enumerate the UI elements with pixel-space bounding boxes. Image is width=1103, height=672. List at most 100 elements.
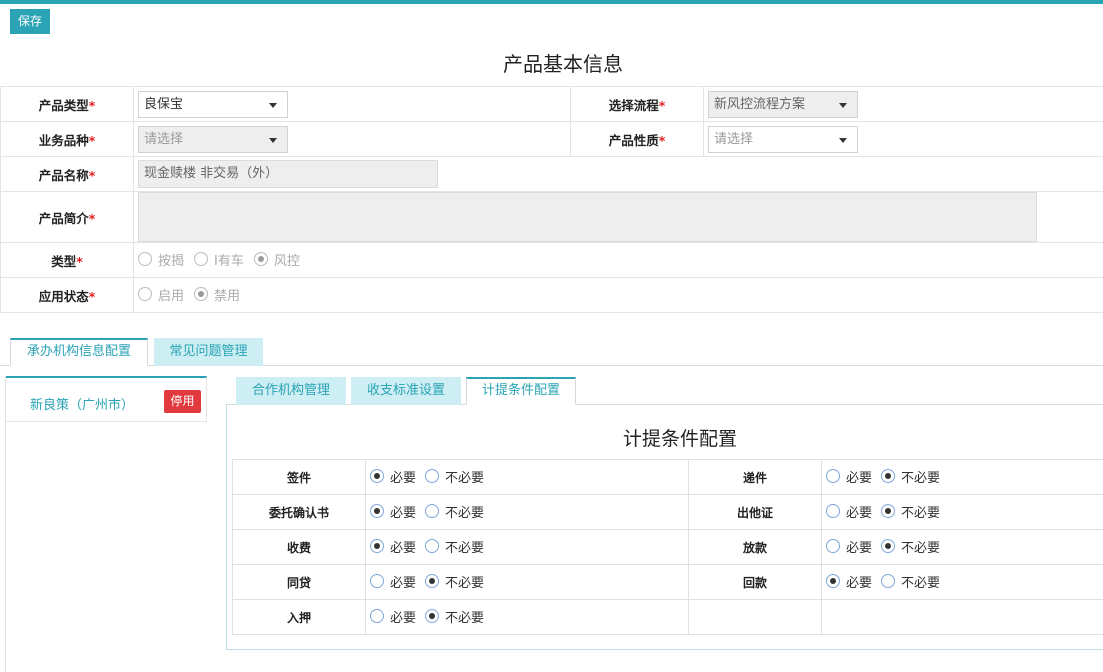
radio-option-label: 不必要 <box>445 540 485 556</box>
tab-income-standard[interactable]: 收支标准设置 <box>351 377 461 405</box>
radio-not-required[interactable]: 不必要 <box>425 572 484 591</box>
radio-icon <box>370 574 384 589</box>
radio-option-label: 不必要 <box>445 470 485 486</box>
main-tabs: 承办机构信息配置 常见问题管理 <box>0 338 1103 366</box>
table-row: 收费 必要 不必要 放款 必要 不必要 <box>232 529 1103 565</box>
condition-label: 放款 <box>688 529 822 565</box>
radio-icon <box>881 574 896 589</box>
product-type-select[interactable]: 良保宝 <box>138 90 288 118</box>
kind-radio-group: 按揭 I有车 风控 <box>138 250 310 269</box>
radio-icon <box>138 287 152 302</box>
radio-option-label: 不必要 <box>901 540 941 556</box>
radio-option-label: 不必要 <box>445 575 485 591</box>
business-variety-label: 业务品种* <box>0 121 134 157</box>
tab-org-config[interactable]: 承办机构信息配置 <box>10 338 148 366</box>
radio-not-required[interactable]: 不必要 <box>425 467 484 486</box>
table-row: 同贷 必要 不必要 回款 必要 不必要 <box>232 564 1103 600</box>
radio-required[interactable]: 必要 <box>826 467 872 486</box>
radio-option-label: 必要 <box>390 610 417 626</box>
save-button[interactable]: 保存 <box>10 9 50 34</box>
chevron-down-icon <box>839 102 847 108</box>
radio-option-label: 必要 <box>846 575 873 591</box>
disable-button[interactable]: 停用 <box>164 390 201 413</box>
radio-required[interactable]: 必要 <box>826 502 872 521</box>
radio-not-required[interactable]: 不必要 <box>881 467 940 486</box>
radio-icon <box>826 539 840 554</box>
radio-option-label: 必要 <box>390 505 417 521</box>
radio-option-label: 必要 <box>390 540 417 556</box>
radio-option-label: 不必要 <box>445 610 485 626</box>
radio-option-label: 必要 <box>846 505 873 521</box>
org-list: 新良策（广州市） 停用 <box>5 376 207 672</box>
tab-accrual-conditions[interactable]: 计提条件配置 <box>466 377 576 405</box>
radio-required[interactable]: 必要 <box>826 537 872 556</box>
radio-option-label: 不必要 <box>901 575 941 591</box>
tab-partner-org[interactable]: 合作机构管理 <box>236 377 346 405</box>
radio-icon <box>826 504 840 519</box>
product-name-field[interactable]: 现金赎楼 非交易（外） <box>138 160 438 188</box>
condition-label: 回款 <box>688 564 822 600</box>
kind-option-risk[interactable]: 风控 <box>253 250 300 269</box>
radio-not-required[interactable]: 不必要 <box>425 502 484 521</box>
process-select[interactable]: 新风控流程方案 <box>708 90 858 118</box>
condition-radio-group: 必要 不必要 <box>821 529 1103 565</box>
radio-option-label: 不必要 <box>445 505 485 521</box>
product-info-table: 产品类型* 良保宝 选择流程* 新风控流程方案 业务品种* 请选择 产品性质* … <box>0 86 1103 313</box>
status-option-disabled[interactable]: 禁用 <box>194 285 240 304</box>
top-accent-bar <box>0 0 1103 4</box>
radio-checked-icon <box>253 252 268 267</box>
tab-faq[interactable]: 常见问题管理 <box>154 338 263 366</box>
radio-icon <box>370 609 384 624</box>
empty-cell <box>688 599 822 635</box>
radio-checked-icon <box>425 574 440 589</box>
condition-radio-group: 必要 不必要 <box>365 529 689 565</box>
radio-not-required[interactable]: 不必要 <box>425 607 484 626</box>
radio-required[interactable]: 必要 <box>370 537 416 556</box>
table-row: 入押 必要 不必要 <box>232 599 1103 635</box>
table-row: 委托确认书 必要 不必要 出他证 必要 不必要 <box>232 494 1103 530</box>
empty-cell <box>821 599 1103 635</box>
radio-icon <box>826 469 840 484</box>
product-nature-label: 产品性质* <box>570 121 704 157</box>
radio-option-label: 必要 <box>846 540 873 556</box>
status-option-enabled[interactable]: 启用 <box>138 285 184 304</box>
radio-option-label: 不必要 <box>901 505 941 521</box>
radio-required[interactable]: 必要 <box>370 607 416 626</box>
product-nature-select[interactable]: 请选择 <box>708 125 858 153</box>
radio-checked-icon <box>881 469 896 484</box>
conditions-table: 签件 必要 不必要 递件 必要 不必要 委托确认书 必要 不必要 出他证 必要 不必要 收费 必要 不必要放… <box>232 459 1103 635</box>
radio-checked-icon <box>425 609 440 624</box>
radio-checked-icon <box>370 504 384 519</box>
condition-radio-group: 必要 不必要 <box>365 494 689 530</box>
kind-option-mortgage[interactable]: 按揭 <box>138 250 184 269</box>
radio-icon <box>425 469 440 484</box>
condition-label: 委托确认书 <box>232 494 366 530</box>
radio-not-required[interactable]: 不必要 <box>425 537 484 556</box>
radio-required[interactable]: 必要 <box>370 467 416 486</box>
org-name: 新良策（广州市） <box>30 398 135 413</box>
radio-required[interactable]: 必要 <box>370 502 416 521</box>
radio-checked-icon <box>881 539 896 554</box>
radio-option-label: 不必要 <box>901 470 941 486</box>
radio-required[interactable]: 必要 <box>370 572 416 591</box>
radio-checked-icon <box>826 574 840 589</box>
radio-checked-icon <box>370 469 384 484</box>
product-intro-textarea[interactable] <box>138 192 1037 242</box>
radio-required[interactable]: 必要 <box>826 572 872 591</box>
condition-label: 签件 <box>232 459 366 495</box>
radio-not-required[interactable]: 不必要 <box>881 502 940 521</box>
list-item[interactable]: 新良策（广州市） 停用 <box>6 376 207 422</box>
chevron-down-icon <box>269 137 277 143</box>
process-label: 选择流程* <box>570 86 704 122</box>
condition-radio-group: 必要 不必要 <box>365 459 689 495</box>
kind-option-car[interactable]: I有车 <box>194 250 244 269</box>
radio-icon <box>138 252 152 267</box>
radio-not-required[interactable]: 不必要 <box>881 572 940 591</box>
sub-tabs: 合作机构管理 收支标准设置 计提条件配置 <box>226 377 1103 405</box>
page-title: 产品基本信息 <box>503 52 623 76</box>
radio-option-label: 必要 <box>390 470 417 486</box>
business-variety-select[interactable]: 请选择 <box>138 125 288 153</box>
radio-not-required[interactable]: 不必要 <box>881 537 940 556</box>
radio-option-label: 必要 <box>846 470 873 486</box>
chevron-down-icon <box>269 102 277 108</box>
